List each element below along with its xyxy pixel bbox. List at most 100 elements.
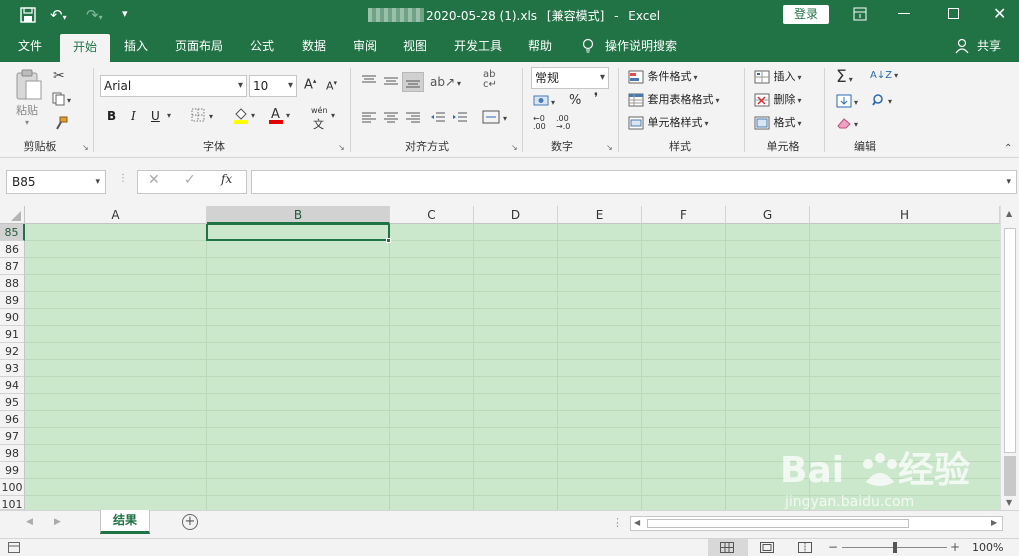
font-launcher-icon[interactable]: ↘ xyxy=(338,143,345,152)
phonetic-guide-button[interactable]: wén xyxy=(311,106,328,115)
expand-formula-icon[interactable]: ▾ xyxy=(1006,171,1011,193)
top-align-icon[interactable] xyxy=(361,74,377,91)
vertical-scrollbar[interactable]: ▲ ▼ xyxy=(1000,206,1019,510)
align-left-icon[interactable] xyxy=(361,111,377,128)
phonetic-icon[interactable]: 文 xyxy=(313,116,324,132)
h-scroll-thumb[interactable] xyxy=(647,519,909,528)
clipboard-launcher-icon[interactable]: ↘ xyxy=(82,143,89,152)
ribbon-display-options-icon[interactable] xyxy=(853,7,867,24)
find-select-icon[interactable]: ▾ xyxy=(870,93,898,110)
row-header[interactable]: 96 xyxy=(0,411,25,428)
next-sheet-icon[interactable]: ▶ xyxy=(54,517,61,527)
tab-view[interactable]: 视图 xyxy=(395,30,435,62)
column-header-f[interactable]: F xyxy=(642,206,726,224)
column-header-c[interactable]: C xyxy=(390,206,474,224)
page-layout-view-icon[interactable] xyxy=(760,542,774,556)
row-header[interactable]: 98 xyxy=(0,445,25,462)
scroll-thumb[interactable] xyxy=(1004,456,1016,496)
borders-icon[interactable]: ▾ xyxy=(191,108,217,125)
phonetic-dropdown-icon[interactable]: ▾ xyxy=(331,111,335,120)
row-header[interactable]: 100 xyxy=(0,479,25,496)
column-header-g[interactable]: G xyxy=(726,206,810,224)
shrink-font-icon[interactable]: A▾ xyxy=(326,79,337,93)
formula-input[interactable]: ▾ xyxy=(251,170,1017,194)
scroll-down-icon[interactable]: ▼ xyxy=(1006,498,1012,507)
column-header-h[interactable]: H xyxy=(810,206,1000,224)
collapse-ribbon-icon[interactable]: ⌃ xyxy=(1004,143,1012,154)
tab-data[interactable]: 数据 xyxy=(294,30,334,62)
cut-icon[interactable]: ✂ xyxy=(53,68,65,84)
row-header[interactable]: 101 xyxy=(0,496,25,510)
copy-icon[interactable]: ▾ xyxy=(52,92,74,109)
comma-style-icon[interactable]: ❜ xyxy=(594,91,598,106)
orientation-icon[interactable]: ab↗ ▾ xyxy=(430,75,461,89)
tab-file[interactable]: 文件 xyxy=(8,30,52,62)
row-header[interactable]: 89 xyxy=(0,292,25,309)
tab-help[interactable]: 帮助 xyxy=(520,30,560,62)
conditional-format-button[interactable]: 条件格式 ▾ xyxy=(628,68,698,87)
macro-record-icon[interactable] xyxy=(8,542,20,556)
fill-handle[interactable] xyxy=(386,238,391,243)
page-break-view-icon[interactable] xyxy=(798,542,812,556)
tab-formulas[interactable]: 公式 xyxy=(242,30,282,62)
zoom-out-icon[interactable]: − xyxy=(828,540,838,554)
column-header-a[interactable]: A xyxy=(25,206,207,224)
row-header[interactable]: 94 xyxy=(0,377,25,394)
undo-icon[interactable]: ↶▾ xyxy=(50,6,67,24)
row-header[interactable]: 90 xyxy=(0,309,25,326)
insert-cells-button[interactable]: 插入 ▾ xyxy=(754,68,802,87)
customize-quick-access-icon[interactable]: ▾ xyxy=(122,7,128,20)
percent-style-icon[interactable]: % xyxy=(569,93,581,108)
row-header[interactable]: 97 xyxy=(0,428,25,445)
middle-align-icon[interactable] xyxy=(383,74,399,91)
autosum-icon[interactable]: Σ ▾ xyxy=(836,67,853,87)
active-cell[interactable] xyxy=(206,224,390,241)
grow-font-icon[interactable]: A▴ xyxy=(304,77,316,92)
row-header[interactable]: 86 xyxy=(0,241,25,258)
column-header-d[interactable]: D xyxy=(474,206,558,224)
row-header[interactable]: 87 xyxy=(0,258,25,275)
format-cells-button[interactable]: 格式 ▾ xyxy=(754,114,802,133)
clear-icon[interactable]: ▾ xyxy=(836,116,862,133)
column-header-b[interactable]: B xyxy=(207,206,390,224)
format-painter-icon[interactable] xyxy=(54,116,68,133)
underline-button[interactable]: U xyxy=(151,109,160,123)
user-icon[interactable] xyxy=(955,38,969,57)
normal-view-icon[interactable] xyxy=(720,542,734,556)
cell-area[interactable]: Bai 经验 jingyan.baidu.com xyxy=(25,224,1000,510)
tell-me-search[interactable]: 操作说明搜索 xyxy=(605,30,685,62)
select-all-button[interactable] xyxy=(0,206,25,224)
tab-insert[interactable]: 插入 xyxy=(116,30,156,62)
font-size-select[interactable]: 10 ▾ xyxy=(249,75,297,97)
row-header[interactable]: 95 xyxy=(0,394,25,411)
zoom-in-icon[interactable]: + xyxy=(950,540,960,554)
increase-indent-icon[interactable] xyxy=(452,111,468,128)
wrap-text-icon[interactable]: ab c↵ xyxy=(483,70,497,90)
login-button[interactable]: 登录 xyxy=(783,5,829,24)
merge-center-icon[interactable]: ▾ xyxy=(482,109,510,128)
enter-icon[interactable]: ✓ xyxy=(184,172,196,188)
scroll-up-icon[interactable]: ▲ xyxy=(1006,209,1012,218)
delete-cells-button[interactable]: 删除 ▾ xyxy=(754,91,802,110)
decrease-decimal-icon[interactable]: .00 →.0 xyxy=(556,115,570,131)
font-name-select[interactable]: Arial ▾ xyxy=(100,75,247,97)
tab-page-layout[interactable]: 页面布局 xyxy=(168,30,230,62)
row-header[interactable]: 91 xyxy=(0,326,25,343)
row-header[interactable]: 92 xyxy=(0,343,25,360)
underline-dropdown-icon[interactable]: ▾ xyxy=(167,111,171,120)
column-header-e[interactable]: E xyxy=(558,206,642,224)
increase-decimal-icon[interactable]: ←0.00 xyxy=(533,115,546,131)
sheet-tab[interactable]: 结果 xyxy=(100,510,150,534)
alignment-launcher-icon[interactable]: ↘ xyxy=(511,143,518,152)
row-header[interactable]: 93 xyxy=(0,360,25,377)
format-as-table-button[interactable]: 套用表格格式 ▾ xyxy=(628,91,720,110)
cancel-icon[interactable]: ✕ xyxy=(148,172,160,188)
paste-dropdown-icon[interactable]: ▾ xyxy=(25,118,29,127)
close-icon[interactable]: ✕ xyxy=(993,4,1006,23)
tab-review[interactable]: 审阅 xyxy=(345,30,385,62)
horizontal-scrollbar[interactable]: ◀ ▶ xyxy=(630,516,1003,531)
cell-styles-button[interactable]: 单元格样式 ▾ xyxy=(628,114,709,133)
tab-developer[interactable]: 开发工具 xyxy=(447,30,509,62)
split-handle-icon[interactable]: ⋮ xyxy=(612,516,623,529)
number-format-select[interactable]: 常规 ▾ xyxy=(531,67,609,89)
